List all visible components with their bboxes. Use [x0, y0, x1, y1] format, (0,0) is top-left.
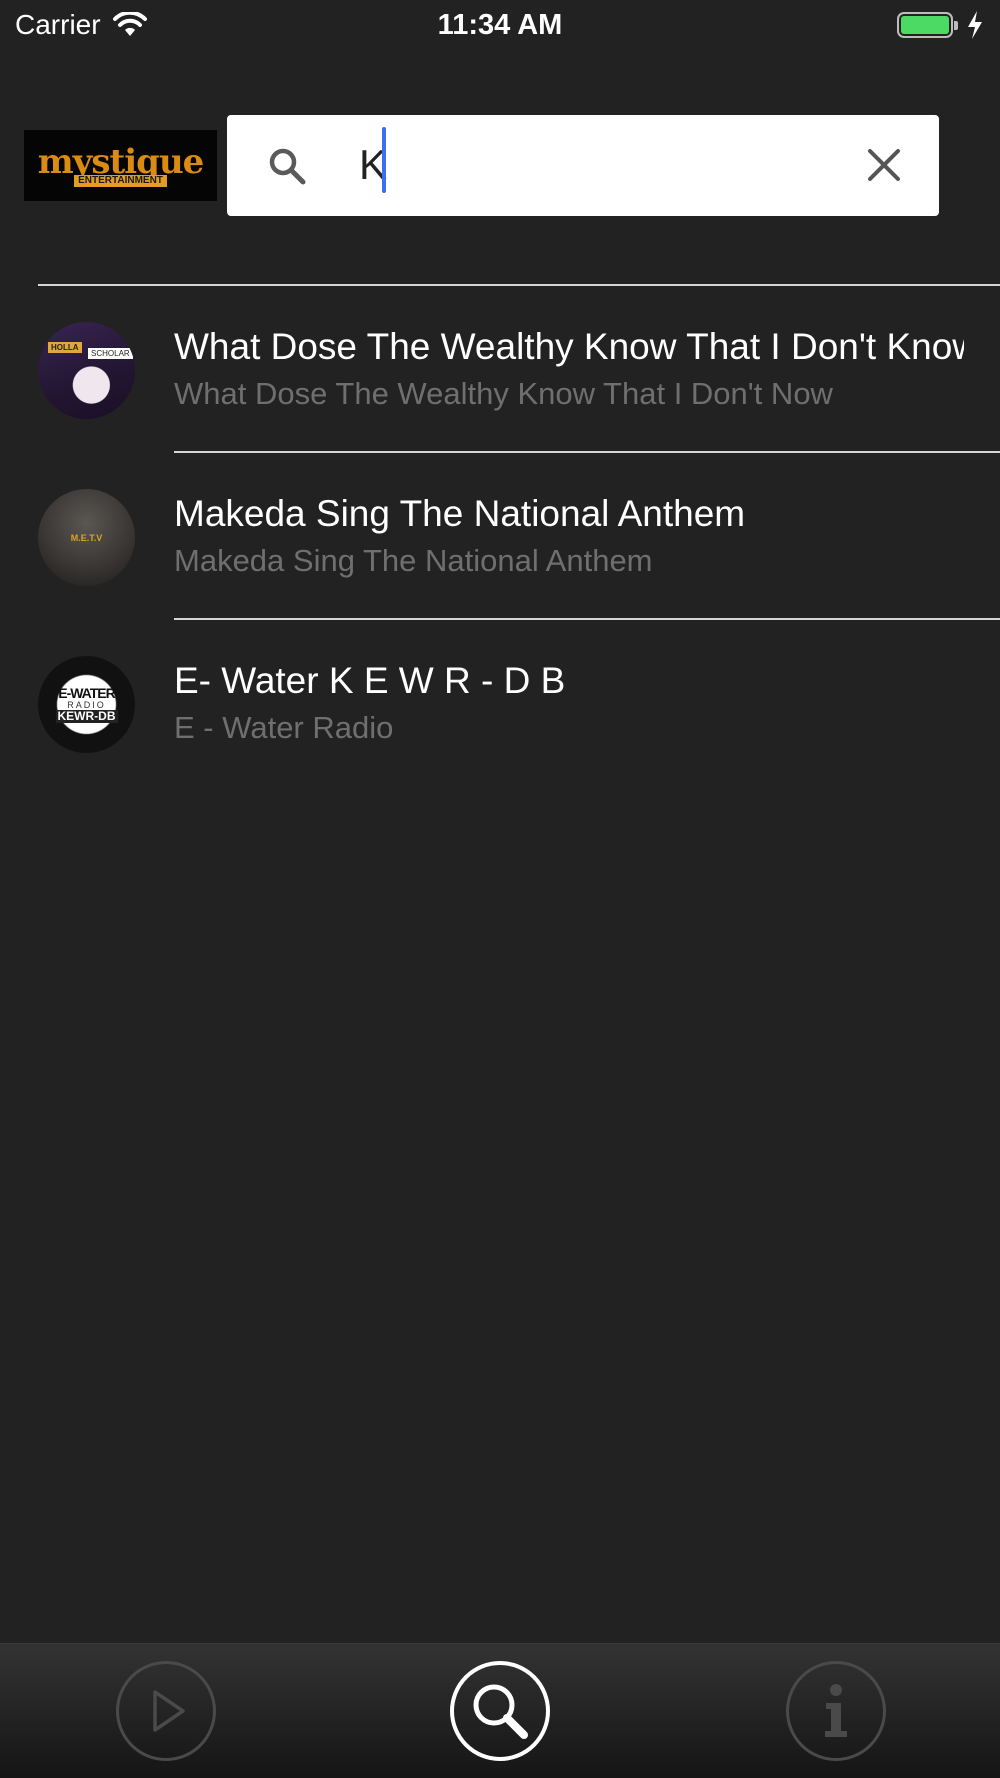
item-subtitle: What Dose The Wealthy Know That I Don't … — [174, 376, 833, 411]
artwork-label: M.E.T.V — [70, 532, 103, 543]
results-list: HOLLA SCHOLAR What Dose The Wealthy Know… — [0, 286, 1000, 787]
tab-info[interactable] — [786, 1661, 886, 1761]
list-item[interactable]: HOLLA SCHOLAR What Dose The Wealthy Know… — [0, 286, 1000, 453]
podcast-artwork: M.E.T.V — [38, 489, 135, 586]
text-caret — [382, 127, 386, 193]
list-item[interactable]: M.E.T.V Makeda Sing The National Anthem … — [0, 453, 1000, 620]
tab-play[interactable] — [116, 1661, 216, 1761]
info-icon — [825, 1684, 847, 1737]
search-bar[interactable] — [227, 115, 939, 216]
logo-subtext: ENTERTAINMENT — [74, 174, 167, 187]
artwork-tag: HOLLA — [48, 342, 82, 353]
item-subtitle: Makeda Sing The National Anthem — [174, 543, 653, 578]
battery-icon — [897, 12, 958, 38]
logo-text: mystique — [37, 141, 205, 182]
play-icon — [153, 1690, 185, 1732]
status-time: 11:34 AM — [437, 8, 563, 41]
tab-bar — [0, 1643, 1000, 1778]
artwork-label: E-WATER — [58, 685, 116, 701]
artwork-label: KEWR-DB — [55, 709, 118, 723]
status-left: Carrier — [15, 9, 147, 41]
artwork-tag: SCHOLAR — [88, 348, 133, 359]
clear-search-icon[interactable] — [864, 145, 904, 185]
wifi-icon — [112, 12, 147, 36]
charging-bolt-icon — [968, 11, 982, 39]
podcast-artwork: HOLLA SCHOLAR — [38, 322, 135, 419]
podcast-artwork: E-WATER RADIO KEWR-DB — [38, 656, 135, 753]
list-item[interactable]: E-WATER RADIO KEWR-DB E- Water K E W R -… — [0, 620, 1000, 787]
search-icon — [269, 148, 306, 185]
tab-search[interactable] — [450, 1661, 550, 1761]
carrier-label: Carrier — [15, 9, 101, 40]
status-right — [897, 10, 985, 40]
item-subtitle: E - Water Radio — [174, 710, 394, 745]
search-icon — [473, 1684, 528, 1739]
item-title: What Dose The Wealthy Know That I Don't … — [174, 326, 964, 367]
item-title: E- Water K E W R - D B — [174, 660, 566, 701]
app-logo: mystique ENTERTAINMENT — [24, 130, 217, 201]
status-bar: Carrier 11:34 AM — [0, 0, 1000, 50]
item-title: Makeda Sing The National Anthem — [174, 493, 746, 534]
search-input[interactable] — [359, 133, 839, 197]
